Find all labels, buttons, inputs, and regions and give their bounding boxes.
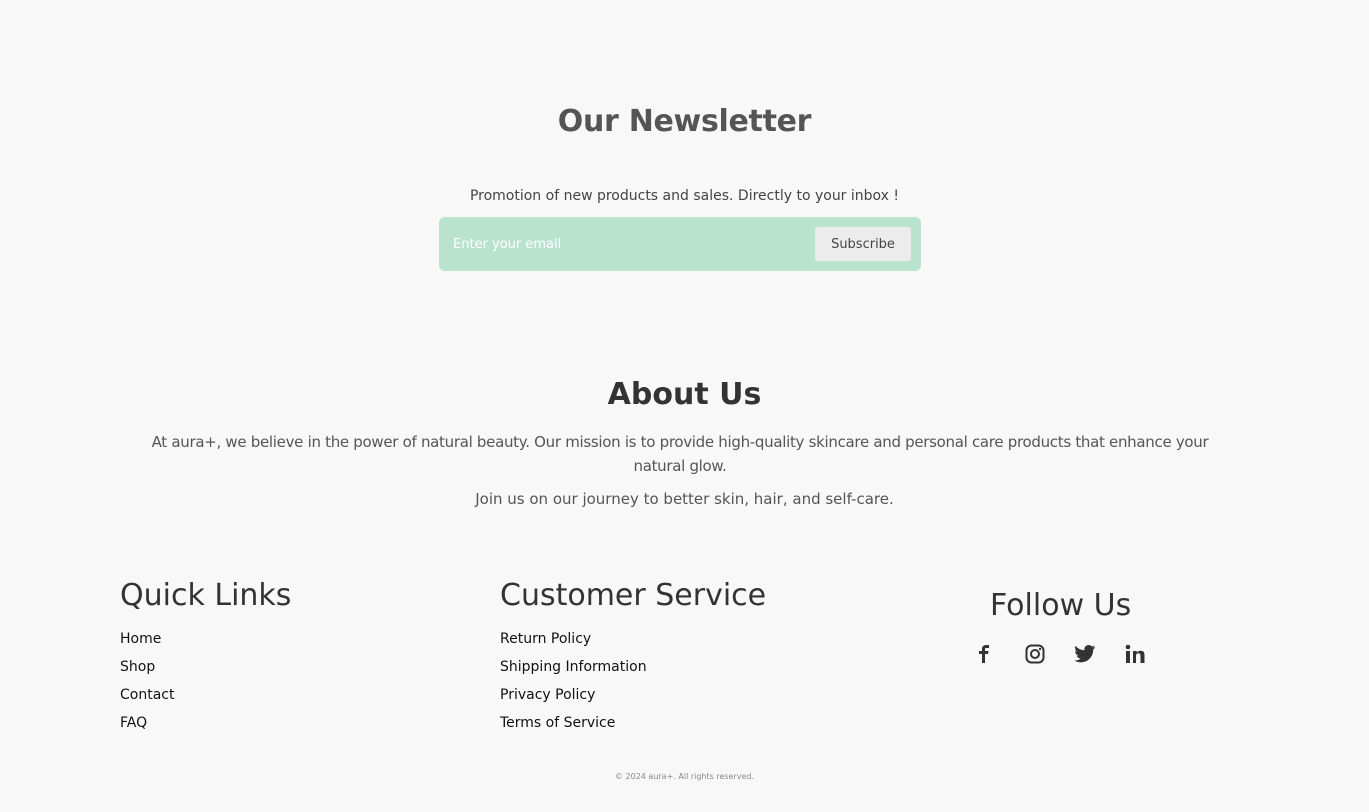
customer-service-list: Return Policy Shipping Information Priva…: [500, 625, 647, 737]
quick-link-home[interactable]: Home: [120, 625, 174, 653]
linkedin-icon[interactable]: [1118, 637, 1152, 671]
social-links: [960, 637, 1160, 671]
email-input[interactable]: [453, 228, 803, 260]
facebook-icon[interactable]: [967, 637, 1001, 671]
quick-link-shop[interactable]: Shop: [120, 653, 174, 681]
quick-link-contact[interactable]: Contact: [120, 681, 174, 709]
newsletter-title: Our Newsletter: [557, 104, 812, 139]
about-tagline: Join us on our journey to better skin, h…: [475, 490, 894, 508]
cs-link-shipping[interactable]: Shipping Information: [500, 653, 647, 681]
newsletter-subtitle: Promotion of new products and sales. Dir…: [469, 188, 900, 204]
follow-us-heading: Follow Us: [990, 588, 1132, 623]
subscribe-button[interactable]: Subscribe: [815, 227, 911, 261]
cs-link-terms[interactable]: Terms of Service: [500, 709, 647, 737]
quick-links-heading: Quick Links: [120, 578, 292, 613]
cs-link-privacy[interactable]: Privacy Policy: [500, 681, 647, 709]
about-title: About Us: [607, 377, 762, 412]
instagram-icon[interactable]: [1018, 637, 1052, 671]
twitter-icon[interactable]: [1068, 637, 1102, 671]
quick-links-list: Home Shop Contact FAQ: [120, 625, 174, 737]
quick-link-faq[interactable]: FAQ: [120, 709, 174, 737]
copyright: © 2024 aura+. All rights reserved.: [614, 772, 755, 781]
cs-link-return-policy[interactable]: Return Policy: [500, 625, 647, 653]
customer-service-heading: Customer Service: [500, 578, 767, 613]
subscribe-form: Subscribe: [439, 217, 921, 271]
about-paragraph: At aura+, we believe in the power of nat…: [151, 433, 1209, 475]
